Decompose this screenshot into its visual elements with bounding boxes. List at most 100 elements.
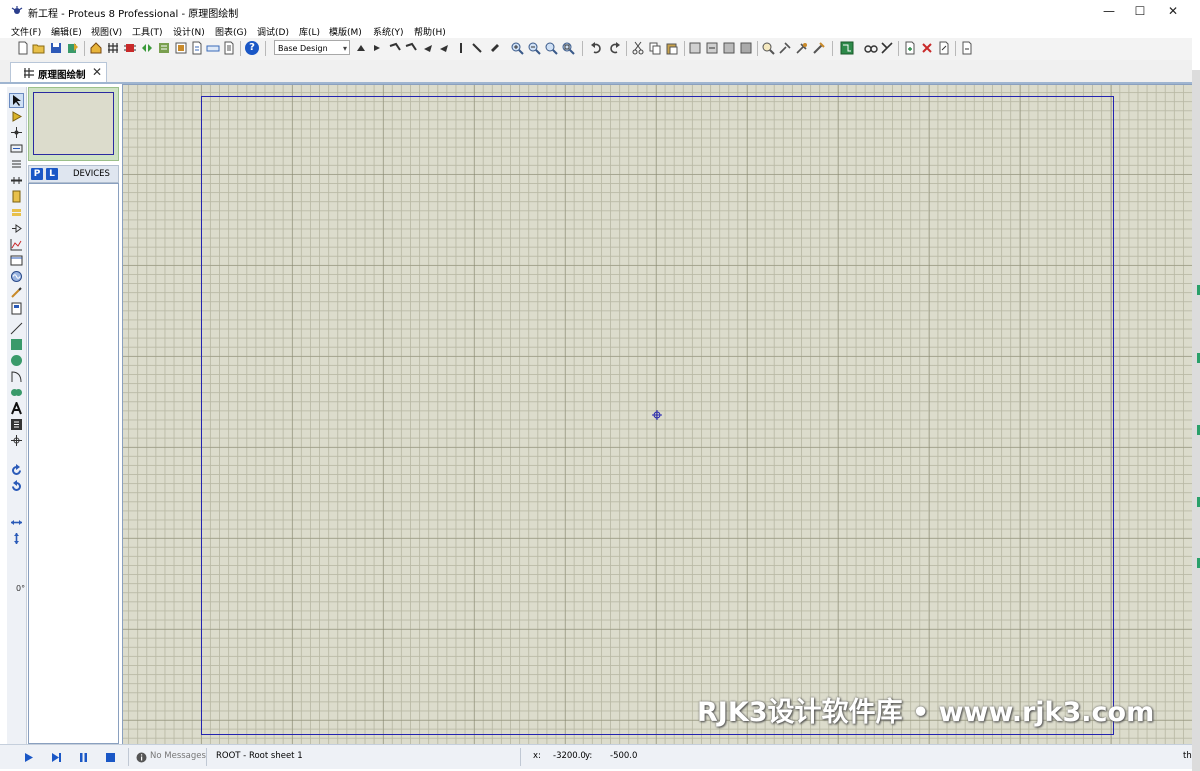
tab-close-icon[interactable]: ✕ <box>92 65 102 79</box>
block-copy-icon[interactable] <box>688 41 702 55</box>
wire-autorouter-icon[interactable] <box>840 41 854 55</box>
tab-schematic-capture[interactable]: 原理图绘制 ✕ <box>10 62 107 82</box>
zoom-in-icon[interactable] <box>510 41 524 55</box>
menu-system[interactable]: 系统(Y) <box>373 25 404 38</box>
mirror-vertical-icon[interactable] <box>10 532 23 545</box>
sub-circuit-icon[interactable] <box>10 190 23 203</box>
cut-icon[interactable] <box>631 41 645 55</box>
exit-to-parent-icon[interactable] <box>937 41 951 55</box>
bom-icon[interactable] <box>157 41 171 55</box>
hierarchy-down-icon[interactable] <box>370 41 384 55</box>
wire-icon[interactable] <box>488 41 502 55</box>
undo-icon[interactable] <box>590 41 604 55</box>
generator-icon[interactable] <box>10 270 23 283</box>
schematic-canvas[interactable] <box>122 84 1192 744</box>
help-icon[interactable]: ? <box>245 41 259 55</box>
nav-prev-icon[interactable] <box>404 41 418 55</box>
virtual-instrument-icon[interactable] <box>10 302 23 315</box>
text-script-icon[interactable] <box>10 158 23 171</box>
rotation-angle-value[interactable]: 0° <box>16 584 25 593</box>
search-tag-icon[interactable] <box>864 41 878 55</box>
buses-icon[interactable] <box>10 174 23 187</box>
menu-library[interactable]: 库(L) <box>299 25 320 38</box>
remove-sheet-icon[interactable] <box>920 41 934 55</box>
text-2d-icon[interactable] <box>10 402 23 415</box>
make-device-icon[interactable] <box>778 41 792 55</box>
pin-icon[interactable] <box>470 41 484 55</box>
block-delete-icon[interactable] <box>739 41 753 55</box>
tape-recorder-icon[interactable] <box>10 254 23 267</box>
menu-tools[interactable]: 工具(T) <box>132 25 163 38</box>
open-folder-icon[interactable] <box>32 41 46 55</box>
menu-view[interactable]: 视图(V) <box>91 25 122 38</box>
closed-path-2d-icon[interactable] <box>10 386 23 399</box>
import-icon[interactable] <box>66 41 80 55</box>
block-move-icon[interactable] <box>705 41 719 55</box>
notes-icon[interactable] <box>190 41 204 55</box>
source-code-icon[interactable] <box>140 41 154 55</box>
maximize-button[interactable]: ☐ <box>1122 0 1158 23</box>
redo-icon[interactable] <box>607 41 621 55</box>
line-2d-icon[interactable] <box>10 322 23 335</box>
units-indicator[interactable]: th <box>1183 751 1192 761</box>
pick-devices-button[interactable]: P <box>31 168 43 180</box>
terminals-icon[interactable] <box>10 206 23 219</box>
block-rotate-icon[interactable] <box>722 41 736 55</box>
pcb-layout-icon[interactable] <box>106 41 120 55</box>
graph-mode-icon[interactable] <box>10 238 23 251</box>
selection-mode-icon[interactable] <box>9 93 24 108</box>
paste-icon[interactable] <box>665 41 679 55</box>
new-sheet-icon[interactable] <box>903 41 917 55</box>
menu-file[interactable]: 文件(F) <box>11 25 41 38</box>
save-icon[interactable] <box>49 41 63 55</box>
netlist-icon[interactable] <box>960 41 974 55</box>
zoom-all-icon[interactable] <box>544 41 558 55</box>
messages-status[interactable]: No Messages <box>150 751 206 761</box>
junction-dot-icon[interactable] <box>10 126 23 139</box>
menu-graph[interactable]: 图表(G) <box>215 25 247 38</box>
menu-help[interactable]: 帮助(H) <box>414 25 446 38</box>
mirror-horizontal-icon[interactable] <box>10 516 23 529</box>
circle-2d-icon[interactable] <box>10 354 23 367</box>
place-icon[interactable] <box>454 41 468 55</box>
stop-icon[interactable] <box>105 752 116 763</box>
decompose-icon[interactable] <box>812 41 826 55</box>
pause-icon[interactable] <box>78 752 89 763</box>
markers-2d-icon[interactable] <box>10 434 23 447</box>
gerber-icon[interactable] <box>174 41 188 55</box>
overview-window[interactable] <box>28 87 119 161</box>
zoom-out-icon[interactable] <box>527 41 541 55</box>
wire-label-icon[interactable] <box>10 142 23 155</box>
menu-design[interactable]: 设计(N) <box>173 25 205 38</box>
menu-edit[interactable]: 编辑(E) <box>51 25 82 38</box>
library-manager-button[interactable]: L <box>46 168 58 180</box>
step-icon[interactable] <box>51 752 62 763</box>
property-tool-icon[interactable] <box>880 41 894 55</box>
play-icon[interactable] <box>23 752 34 763</box>
devices-list[interactable] <box>28 183 119 744</box>
home-icon[interactable] <box>89 41 103 55</box>
document-icon[interactable] <box>222 41 236 55</box>
package-tool-icon[interactable] <box>795 41 809 55</box>
voltage-probe-icon[interactable] <box>10 286 23 299</box>
component-mode-icon[interactable] <box>10 110 23 123</box>
design-variant-select[interactable]: Base Design ▾ <box>274 40 350 55</box>
nav-last-icon[interactable] <box>437 41 451 55</box>
rotate-anticlockwise-icon[interactable] <box>10 480 23 493</box>
device-pins-icon[interactable] <box>10 222 23 235</box>
new-file-icon[interactable] <box>16 41 30 55</box>
nav-next-icon[interactable] <box>421 41 435 55</box>
nav-first-icon[interactable] <box>388 41 402 55</box>
rotate-clockwise-icon[interactable] <box>10 464 23 477</box>
menu-debug[interactable]: 调试(D) <box>257 25 289 38</box>
pick-device-icon[interactable] <box>761 41 775 55</box>
close-window-button[interactable]: ✕ <box>1155 0 1191 23</box>
project-notes-icon[interactable] <box>206 41 220 55</box>
box-2d-icon[interactable] <box>10 338 23 351</box>
arc-2d-icon[interactable] <box>10 370 23 383</box>
symbol-2d-icon[interactable] <box>10 418 23 431</box>
zoom-area-icon[interactable] <box>561 41 575 55</box>
chip-icon[interactable] <box>123 41 137 55</box>
copy-icon[interactable] <box>648 41 662 55</box>
hierarchy-up-icon[interactable] <box>354 41 368 55</box>
